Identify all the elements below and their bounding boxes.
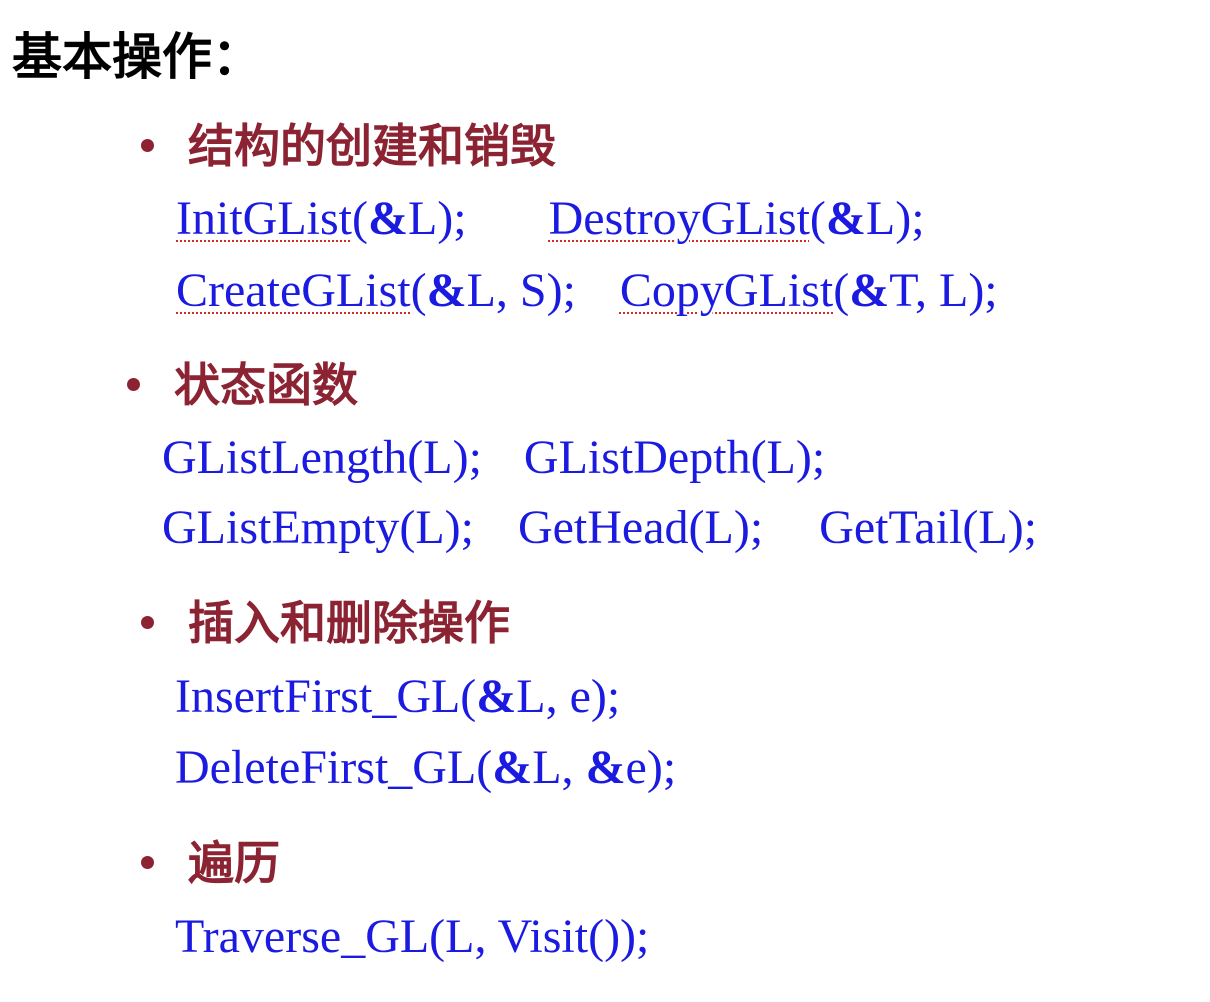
func-gethead: GetHead(L); — [517, 501, 764, 554]
func-glistlength: GListLength(L); — [162, 431, 482, 484]
bullet-dot-3 — [141, 616, 154, 629]
section-heading-traverse: 遍历 — [188, 836, 280, 890]
code-line-4-1: Traverse_GL(L, Visit()); — [175, 906, 649, 968]
args: L); — [865, 192, 925, 245]
paren-open: ( — [352, 192, 368, 245]
code-line-1-1: InitGList(&L); DestroyGList(&L); — [176, 188, 925, 250]
func-initglist: InitGList — [176, 192, 352, 245]
paren-open: ( — [809, 192, 826, 245]
args: T, L); — [889, 264, 998, 317]
args: e); — [625, 741, 677, 794]
bullet-dot-1 — [141, 139, 154, 152]
args: L); — [407, 192, 467, 245]
func-createglist: CreateGList — [176, 264, 411, 317]
ampersand: & — [825, 192, 866, 245]
func-insertfirst: InsertFirst_GL( — [175, 670, 477, 723]
ampersand: & — [476, 670, 517, 723]
ampersand: & — [492, 741, 533, 794]
bullet-dot-2 — [127, 378, 140, 391]
func-gettail: GetTail(L); — [819, 501, 1038, 554]
section-heading-create-destroy: 结构的创建和销毁 — [188, 119, 556, 173]
paren-open: ( — [833, 264, 850, 317]
func-glistdepth: GListDepth(L); — [523, 431, 826, 484]
func-glistempty: GListEmpty(L); — [162, 501, 474, 554]
section-heading-status: 状态函数 — [174, 358, 358, 412]
code-line-2-2: GListEmpty(L); GetHead(L); GetTail(L); — [162, 497, 1037, 559]
code-line-2-1: GListLength(L); GListDepth(L); — [162, 427, 825, 489]
page-title: 基本操作： — [12, 28, 262, 86]
bullet-dot-4 — [141, 856, 154, 869]
func-destroyglist: DestroyGList — [548, 192, 810, 245]
args: L, — [532, 741, 586, 794]
args: L, e); — [516, 670, 621, 723]
code-line-1-2: CreateGList(&L, S); CopyGList(&T, L); — [176, 260, 998, 322]
ampersand: & — [367, 192, 408, 245]
ampersand: & — [849, 264, 890, 317]
func-traverse: Traverse_GL(L, Visit()); — [175, 910, 650, 963]
func-deletefirst: DeleteFirst_GL( — [175, 741, 493, 794]
code-line-3-2: DeleteFirst_GL(&L, &e); — [175, 737, 676, 799]
ampersand: & — [426, 264, 467, 317]
section-heading-insert-delete: 插入和删除操作 — [188, 596, 510, 650]
code-line-3-1: InsertFirst_GL(&L, e); — [175, 666, 620, 728]
ampersand: & — [585, 741, 626, 794]
func-copyglist: CopyGList — [619, 264, 834, 317]
paren-open: ( — [410, 264, 427, 317]
args: L, S); — [466, 264, 576, 317]
